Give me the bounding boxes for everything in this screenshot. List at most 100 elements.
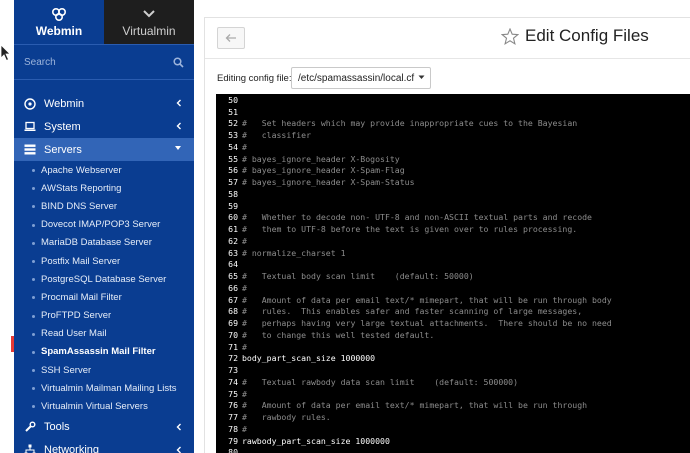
code-line: 53 # classifier <box>216 129 690 141</box>
line-number: 80 <box>228 447 238 453</box>
code-line: 54 # <box>216 141 690 153</box>
back-button[interactable] <box>217 27 245 49</box>
line-text: # normalize_charset 1 <box>242 247 346 258</box>
sidebar-item-mariadb[interactable]: MariaDB Database Server <box>14 234 194 252</box>
sidebar-item-read-user-mail[interactable]: Read User Mail <box>14 325 194 343</box>
code-line: 74 # Textual rawbody data scan limit (def… <box>216 376 690 388</box>
code-line: 80 <box>216 447 690 453</box>
line-text: rawbody_part_scan_size 1000000 <box>242 435 390 446</box>
sidebar-category-tools[interactable]: Tools <box>14 416 194 439</box>
sidebar-tabs: Webmin Virtualmin <box>14 0 194 44</box>
sidebar-item-virtualmin-virtual-servers[interactable]: Virtualmin Virtual Servers <box>14 397 194 415</box>
sidebar-search[interactable]: Search <box>14 44 194 80</box>
line-text: # classifier <box>242 130 312 141</box>
line-number: 77 <box>228 412 238 423</box>
code-line: 68 # rules. This enables safer and faster… <box>216 306 690 318</box>
line-number: 54 <box>228 141 238 152</box>
line-number: 70 <box>228 329 238 340</box>
line-text: # <box>242 141 247 152</box>
sidebar-category-label: System <box>44 120 81 133</box>
line-text: # <box>242 388 247 399</box>
dashboard-icon <box>24 97 38 110</box>
line-number: 66 <box>228 282 238 293</box>
webmin-page: Webmin Virtualmin Search Webmin System S… <box>0 0 690 453</box>
sidebar-item-proftpd[interactable]: ProFTPD Server <box>14 307 194 325</box>
line-number: 65 <box>228 271 238 282</box>
sidebar-category-label: Networking <box>44 444 100 453</box>
sidebar-item-procmail[interactable]: Procmail Mail Filter <box>14 288 194 306</box>
line-text: # Amount of data per email text/* mimepa… <box>242 400 588 411</box>
line-text: # Textual rawbody data scan limit (defau… <box>242 376 519 387</box>
line-text: # them to UTF-8 before the text is given… <box>242 224 578 235</box>
sidebar-item-awstats[interactable]: AWStats Reporting <box>14 179 194 197</box>
sidebar-item-postfix[interactable]: Postfix Mail Server <box>14 252 194 270</box>
line-text: # Textual body scan limit (default: 5000… <box>242 271 474 282</box>
sidebar-category-system[interactable]: System <box>14 115 194 138</box>
chevron-left-icon <box>176 99 181 107</box>
sidebar-category-servers[interactable]: Servers <box>14 138 194 161</box>
sidebar-item-apache[interactable]: Apache Webserver <box>14 161 194 179</box>
line-number: 73 <box>228 365 238 376</box>
star-icon[interactable] <box>501 27 519 45</box>
line-text: body_part_scan_size 1000000 <box>242 353 376 364</box>
sidebar-category-label: Tools <box>44 421 70 434</box>
line-number: 57 <box>228 177 238 188</box>
search-input[interactable]: Search <box>24 57 56 68</box>
code-line: 65 # Textual body scan limit (default: 50… <box>216 270 690 282</box>
code-line: 55 # bayes_ignore_header X-Bogosity <box>216 153 690 165</box>
tab-webmin[interactable]: Webmin <box>14 0 104 44</box>
search-icon[interactable] <box>173 56 184 68</box>
sidebar-item-dovecot[interactable]: Dovecot IMAP/POP3 Server <box>14 216 194 234</box>
line-number: 62 <box>228 235 238 246</box>
line-number: 69 <box>228 318 238 329</box>
sidebar-item-spamassassin[interactable]: SpamAssassin Mail Filter <box>14 343 194 361</box>
webmin-logo-icon <box>51 6 67 22</box>
mouse-cursor-icon <box>0 44 11 62</box>
sidebar-category-webmin[interactable]: Webmin <box>14 92 194 115</box>
sidebar-item-postgresql[interactable]: PostgreSQL Database Server <box>14 270 194 288</box>
line-number: 64 <box>228 259 238 270</box>
wrench-icon <box>24 421 38 433</box>
code-line: 51 <box>216 106 690 118</box>
code-line: 73 <box>216 364 690 376</box>
arrow-left-icon <box>225 34 236 42</box>
line-number: 78 <box>228 423 238 434</box>
line-text: # <box>242 282 247 293</box>
chevron-down-icon <box>142 6 156 22</box>
code-line: 57 # bayes_ignore_header X-Spam-Status <box>216 176 690 188</box>
sidebar-category-label: Servers <box>44 143 82 156</box>
page-title: Edit Config Files <box>525 26 649 45</box>
code-line: 58 <box>216 188 690 200</box>
line-text: # perhaps having very large textual atta… <box>242 318 612 329</box>
line-text: # <box>242 341 247 352</box>
sidebar-item-virtualmin-mailman[interactable]: Virtualmin Mailman Mailing Lists <box>14 379 194 397</box>
line-number: 50 <box>228 94 238 105</box>
chevron-left-icon <box>176 423 181 431</box>
line-number: 52 <box>228 118 238 129</box>
caret-down-icon <box>175 146 181 150</box>
config-file-select[interactable]: /etc/spamassassin/local.cf <box>291 67 431 89</box>
sidebar-category-label: Webmin <box>44 97 85 110</box>
tab-virtualmin[interactable]: Virtualmin <box>104 0 194 44</box>
code-editor[interactable]: 50 51 52 # Set headers which may provide in… <box>216 94 690 453</box>
code-line: 56 # bayes_ignore_header X-Spam-Flag <box>216 165 690 177</box>
sidebar-item-bind-dns[interactable]: BIND DNS Server <box>14 197 194 215</box>
line-number: 51 <box>228 106 238 117</box>
server-list-icon <box>24 144 38 155</box>
line-number: 58 <box>228 188 238 199</box>
code-line: 70 # to change this well tested default. <box>216 329 690 341</box>
line-text: # Amount of data per email text/* mimepa… <box>242 294 612 305</box>
caret-down-icon <box>418 75 425 79</box>
code-line: 75 # <box>216 388 690 400</box>
code-line: 61 # them to UTF-8 before the text is giv… <box>216 223 690 235</box>
sidebar-item-ssh-server[interactable]: SSH Server <box>14 361 194 379</box>
code-line: 59 <box>216 200 690 212</box>
line-number: 56 <box>228 165 238 176</box>
line-number: 60 <box>228 212 238 223</box>
line-text: # rawbody rules. <box>242 412 331 423</box>
line-text: # to change this well tested default. <box>242 329 435 340</box>
line-number: 67 <box>228 294 238 305</box>
active-item-marker <box>11 336 14 352</box>
sidebar-category-networking[interactable]: Networking <box>14 439 194 453</box>
line-text: # bayes_ignore_header X-Bogosity <box>242 153 400 164</box>
